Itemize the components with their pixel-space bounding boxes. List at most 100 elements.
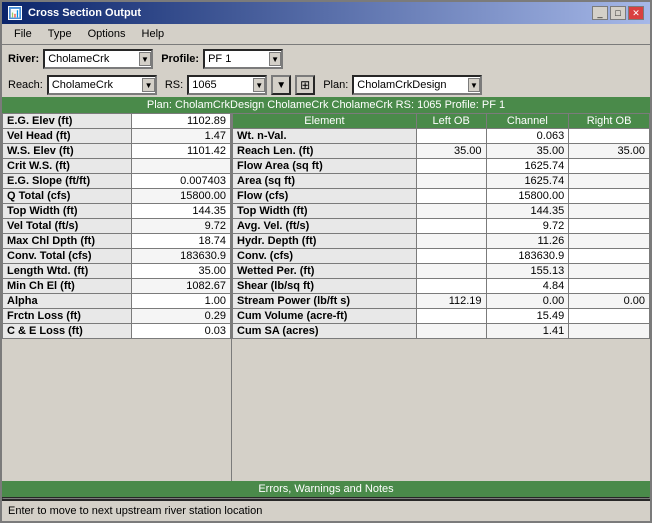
- river-combo[interactable]: CholameCrk ▼: [43, 49, 153, 69]
- right-row-left-ob: [416, 264, 486, 279]
- right-table-row: Reach Len. (ft) 35.00 35.00 35.00: [233, 144, 650, 159]
- left-row-value: 1082.67: [132, 279, 231, 294]
- right-row-channel: 155.13: [486, 264, 569, 279]
- menu-type[interactable]: Type: [40, 26, 80, 42]
- left-table-row: Q Total (cfs)15800.00: [3, 189, 231, 204]
- right-table-row: Avg. Vel. (ft/s) 9.72: [233, 219, 650, 234]
- right-table-row: Cum Volume (acre-ft) 15.49: [233, 309, 650, 324]
- left-row-value: 0.007403: [132, 174, 231, 189]
- main-window: 📊 Cross Section Output _ □ ✕ File Type O…: [0, 0, 652, 523]
- right-row-left-ob: [416, 174, 486, 189]
- left-row-label: E.G. Slope (ft/ft): [3, 174, 132, 189]
- reach-value: CholameCrk: [49, 78, 143, 92]
- right-row-right-ob: [569, 189, 650, 204]
- left-row-value: [132, 159, 231, 174]
- left-table-row: Crit W.S. (ft): [3, 159, 231, 174]
- right-row-right-ob: [569, 264, 650, 279]
- left-row-label: Top Width (ft): [3, 204, 132, 219]
- right-row-channel: 15.49: [486, 309, 569, 324]
- right-row-left-ob: 35.00: [416, 144, 486, 159]
- rs-combo[interactable]: 1065 ▼: [187, 75, 267, 95]
- right-table-row: Wetted Per. (ft) 155.13: [233, 264, 650, 279]
- left-row-label: Vel Total (ft/s): [3, 219, 132, 234]
- right-row-right-ob: [569, 159, 650, 174]
- status-text: Enter to move to next upstream river sta…: [8, 505, 262, 517]
- col-channel: Channel: [486, 114, 569, 129]
- right-row-channel: 144.35: [486, 204, 569, 219]
- right-row-left-ob: 112.19: [416, 294, 486, 309]
- river-dropdown-arrow[interactable]: ▼: [139, 52, 152, 66]
- left-row-value: 18.74: [132, 234, 231, 249]
- right-data-table: Element Left OB Channel Right OB Wt. n-V…: [232, 113, 650, 339]
- right-row-right-ob: [569, 249, 650, 264]
- left-table-row: Vel Head (ft)1.47: [3, 129, 231, 144]
- right-row-channel: 0.063: [486, 129, 569, 144]
- plan-dropdown-arrow[interactable]: ▼: [468, 78, 481, 92]
- left-row-value: 1101.42: [132, 144, 231, 159]
- reach-group: Reach: CholameCrk ▼: [8, 75, 157, 95]
- rs-label: RS:: [165, 79, 183, 91]
- profile-label: Profile:: [161, 53, 199, 65]
- right-table: Element Left OB Channel Right OB Wt. n-V…: [232, 113, 650, 481]
- right-table-row: Flow (cfs) 15800.00: [233, 189, 650, 204]
- right-row-left-ob: [416, 159, 486, 174]
- errors-header: Errors, Warnings and Notes: [2, 481, 650, 497]
- rs-nav-down[interactable]: ▼: [271, 75, 291, 95]
- reach-combo[interactable]: CholameCrk ▼: [47, 75, 157, 95]
- left-table-row: Top Width (ft)144.35: [3, 204, 231, 219]
- left-row-label: Vel Head (ft): [3, 129, 132, 144]
- right-table-row: Wt. n-Val. 0.063: [233, 129, 650, 144]
- rs-group: RS: 1065 ▼ ▼ ⊞: [165, 75, 315, 95]
- title-bar: 📊 Cross Section Output _ □ ✕: [2, 2, 650, 24]
- menu-help[interactable]: Help: [134, 26, 173, 42]
- left-table-row: Conv. Total (cfs)183630.9: [3, 249, 231, 264]
- left-row-label: Alpha: [3, 294, 132, 309]
- right-row-element: Stream Power (lb/ft s): [233, 294, 417, 309]
- close-button[interactable]: ✕: [628, 6, 644, 20]
- river-group: River: CholameCrk ▼: [8, 49, 153, 69]
- right-table-row: Top Width (ft) 144.35: [233, 204, 650, 219]
- right-row-right-ob: 0.00: [569, 294, 650, 309]
- right-table-row: Flow Area (sq ft) 1625.74: [233, 159, 650, 174]
- profile-combo[interactable]: PF 1 ▼: [203, 49, 283, 69]
- left-row-label: C & E Loss (ft): [3, 324, 132, 339]
- right-row-element: Area (sq ft): [233, 174, 417, 189]
- right-table-header: Element Left OB Channel Right OB: [233, 114, 650, 129]
- left-data-table: E.G. Elev (ft)1102.89Vel Head (ft)1.47W.…: [2, 113, 231, 339]
- right-table-row: Conv. (cfs) 183630.9: [233, 249, 650, 264]
- plan-combo[interactable]: CholamCrkDesign ▼: [352, 75, 482, 95]
- river-value: CholameCrk: [45, 52, 139, 66]
- right-row-channel: 1.41: [486, 324, 569, 339]
- left-table: E.G. Elev (ft)1102.89Vel Head (ft)1.47W.…: [2, 113, 232, 481]
- data-section: E.G. Elev (ft)1102.89Vel Head (ft)1.47W.…: [2, 113, 650, 481]
- plan-value: CholamCrkDesign: [354, 78, 467, 92]
- right-row-element: Reach Len. (ft): [233, 144, 417, 159]
- left-row-value: 1.00: [132, 294, 231, 309]
- left-table-row: W.S. Elev (ft)1101.42: [3, 144, 231, 159]
- right-row-channel: 4.84: [486, 279, 569, 294]
- maximize-button[interactable]: □: [610, 6, 626, 20]
- left-row-label: Crit W.S. (ft): [3, 159, 132, 174]
- menu-options[interactable]: Options: [80, 26, 134, 42]
- right-row-element: Conv. (cfs): [233, 249, 417, 264]
- rs-dropdown-arrow[interactable]: ▼: [253, 78, 265, 92]
- plan-label: Plan:: [323, 79, 348, 91]
- menu-file[interactable]: File: [6, 26, 40, 42]
- right-row-channel: 0.00: [486, 294, 569, 309]
- right-row-left-ob: [416, 204, 486, 219]
- left-row-label: Length Wtd. (ft): [3, 264, 132, 279]
- profile-dropdown-arrow[interactable]: ▼: [269, 52, 281, 66]
- right-table-row: Stream Power (lb/ft s) 112.19 0.00 0.00: [233, 294, 650, 309]
- reach-dropdown-arrow[interactable]: ▼: [142, 78, 155, 92]
- minimize-button[interactable]: _: [592, 6, 608, 20]
- rs-value: 1065: [189, 78, 253, 92]
- left-table-row: Min Ch El (ft)1082.67: [3, 279, 231, 294]
- right-row-channel: 35.00: [486, 144, 569, 159]
- left-table-row: Length Wtd. (ft)35.00: [3, 264, 231, 279]
- left-row-value: 1102.89: [132, 114, 231, 129]
- left-table-row: Vel Total (ft/s)9.72: [3, 219, 231, 234]
- left-table-row: E.G. Slope (ft/ft)0.007403: [3, 174, 231, 189]
- rs-nav-icon[interactable]: ⊞: [295, 75, 315, 95]
- right-row-left-ob: [416, 309, 486, 324]
- title-buttons: _ □ ✕: [592, 6, 644, 20]
